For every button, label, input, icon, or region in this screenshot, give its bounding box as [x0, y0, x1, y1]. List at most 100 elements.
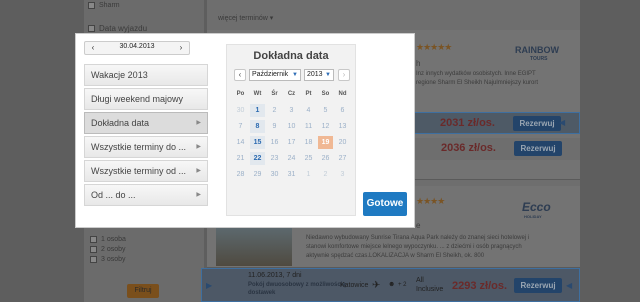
- operator-logo: RAINBOW: [515, 45, 559, 55]
- calendar-day[interactable]: 15: [250, 136, 265, 149]
- chevron-right-icon: ▶: [196, 120, 201, 126]
- reserve-button[interactable]: Rezerwuj: [514, 141, 562, 156]
- room-type: Pokój dwuosobowy z możliwością dostawek: [248, 282, 346, 296]
- calendar-day: 2: [272, 107, 277, 114]
- calendar-day[interactable]: 22: [250, 152, 265, 165]
- departure-city: Katowice: [340, 282, 369, 289]
- calendar-day: 21: [236, 155, 245, 162]
- year-value: 2013: [307, 71, 323, 78]
- calendar-day: 17: [287, 139, 296, 146]
- operator-logo-sub: TOURS: [530, 56, 548, 62]
- weekday-header: So: [321, 91, 330, 97]
- chevron-right-icon: ▶: [196, 144, 201, 150]
- chevron-right-icon: ▶: [196, 168, 201, 174]
- reserve-button[interactable]: Rezerwuj: [514, 278, 562, 293]
- card-line: h: [416, 59, 421, 68]
- calendar-day: 4: [306, 107, 311, 114]
- operator-logo: Ecco: [522, 200, 551, 214]
- persons-option[interactable]: 1 osoba: [90, 236, 126, 243]
- option-label: Wakacje 2013: [91, 70, 148, 80]
- calendar-day: 6: [340, 107, 345, 114]
- chevron-right-icon[interactable]: ›: [174, 42, 188, 54]
- calendar-day: 23: [270, 155, 279, 162]
- offer-date: 11.06.2013, 7 dni: [248, 272, 302, 279]
- expand-arrow-icon[interactable]: ▶: [206, 281, 214, 290]
- rating-stars: ★★★★: [416, 196, 445, 206]
- calendar-day: 10: [287, 123, 296, 130]
- calendar-day: 14: [236, 139, 245, 146]
- offer-description: Niedawno wybudowany Sunrise Tirana Aqua …: [306, 235, 530, 259]
- reserve-button[interactable]: Rezerwuj: [513, 116, 561, 131]
- calendar-day: 27: [338, 155, 347, 162]
- more-terms-link[interactable]: więcej terminów ▾: [218, 14, 273, 22]
- calendar-day: 28: [236, 171, 245, 178]
- calendar-day-today[interactable]: 19: [318, 136, 333, 149]
- mode-label: Od ... do ...: [91, 190, 136, 200]
- card-line: e: [416, 221, 421, 230]
- calendar-day: 11: [304, 123, 313, 130]
- weekday-header: Śr: [271, 91, 278, 97]
- option-summer-2013[interactable]: Wakacje 2013: [84, 64, 208, 86]
- date-stepper: ‹ 30.04.2013 ›: [84, 41, 190, 55]
- persons-option[interactable]: 2 osoby: [90, 246, 126, 253]
- filter-label: Sharm: [99, 2, 120, 9]
- chevron-right-icon: ▶: [196, 192, 201, 198]
- year-select[interactable]: 2013 ▼: [304, 69, 334, 81]
- calendar-day: 13: [338, 123, 347, 130]
- mode-label: Dokładna data: [91, 118, 150, 128]
- mode-all-from[interactable]: Wszystkie terminy od ... ▶: [84, 160, 208, 182]
- calendar-day: 16: [270, 139, 279, 146]
- calendar-day: 20: [338, 139, 347, 146]
- calendar-day: 30: [236, 107, 245, 114]
- weekday-header: Nd: [338, 91, 347, 97]
- persons-label: 1 osoba: [101, 236, 126, 243]
- mode-all-until[interactable]: Wszystkie terminy do ... ▶: [84, 136, 208, 158]
- calendar-day[interactable]: 8: [250, 120, 265, 133]
- weekday-header: Cz: [287, 91, 296, 97]
- checkbox[interactable]: [90, 256, 97, 263]
- hotel-photo[interactable]: [216, 226, 292, 266]
- filter-sharm[interactable]: Sharm: [88, 2, 120, 9]
- checkbox[interactable]: [90, 246, 97, 253]
- calendar-grid: Po Wt Śr Cz Pt So Nd 30 1 2 3 4 5 6 7 8 …: [232, 91, 352, 181]
- mode-label: Wszystkie terminy od ...: [91, 166, 187, 176]
- checkbox[interactable]: [90, 236, 97, 243]
- mode-exact-date[interactable]: Dokładna data ▶: [84, 112, 208, 134]
- calendar-day: 12: [321, 123, 330, 130]
- weekday-header: Po: [236, 91, 245, 97]
- persons-option[interactable]: 3 osoby: [90, 256, 126, 263]
- month-select[interactable]: Październik ▼: [249, 69, 301, 81]
- expand-arrow-icon[interactable]: ◀: [566, 281, 574, 290]
- date-picker-modal: ‹ 30.04.2013 › Wakacje 2013 Długi weeken…: [75, 33, 415, 228]
- checkbox[interactable]: [88, 2, 95, 9]
- prev-month-button[interactable]: ‹: [234, 69, 246, 81]
- persons-label: 3 osoby: [101, 256, 126, 263]
- calendar-day[interactable]: 1: [250, 104, 265, 117]
- offer-description: Inz innych wydatków osobistych. Inne EGI…: [416, 71, 539, 86]
- calendar-day: 18: [304, 139, 313, 146]
- calendar-day: 24: [287, 155, 296, 162]
- calendar-icon: [88, 25, 95, 32]
- section-title: Data wyjazdu: [99, 24, 148, 33]
- calendar-day: 2: [323, 171, 328, 178]
- weekday-header: Pt: [305, 91, 312, 97]
- board-type: All Inclusive: [416, 277, 444, 293]
- operator-logo-sub: HOLIDAY: [524, 214, 542, 219]
- price: 2031 zł/os.: [439, 117, 495, 129]
- expand-arrow-icon[interactable]: ◀: [559, 118, 567, 127]
- mode-label: Wszystkie terminy do ...: [91, 142, 187, 152]
- weekday-header: Wt: [253, 91, 262, 97]
- mode-range[interactable]: Od ... do ... ▶: [84, 184, 208, 206]
- filter-button[interactable]: Filtruj: [127, 284, 159, 298]
- next-month-button[interactable]: ›: [338, 69, 350, 81]
- calendar-day: 29: [253, 171, 262, 178]
- quick-options: Wakacje 2013 Długi weekend majowy: [84, 64, 208, 112]
- rating-stars: ★★★★★: [416, 42, 452, 52]
- date-section-header: Data wyjazdu: [88, 24, 147, 33]
- calendar-day: 5: [323, 107, 328, 114]
- calendar-day: 30: [270, 171, 279, 178]
- done-button[interactable]: Gotowe: [363, 192, 407, 216]
- calendar-day: 25: [304, 155, 313, 162]
- option-long-weekend[interactable]: Długi weekend majowy: [84, 88, 208, 110]
- bottom-offer-row: ▶ 11.06.2013, 7 dni Pokój dwuosobowy z m…: [201, 268, 580, 302]
